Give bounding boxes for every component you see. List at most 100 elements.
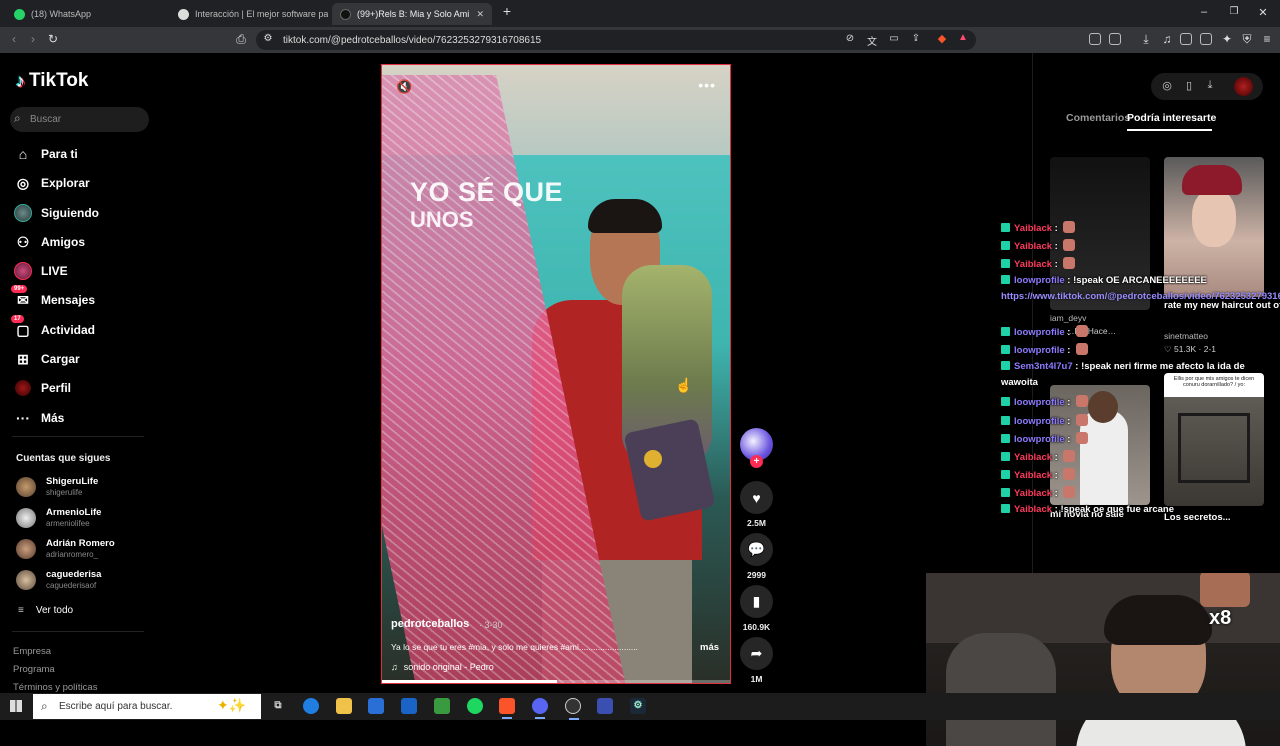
follow-plus-button[interactable]: + xyxy=(750,455,763,468)
nav-siguiendo[interactable]: Siguiendo xyxy=(14,203,99,223)
avatar xyxy=(16,570,36,590)
like-button[interactable]: ♥ 2.5M xyxy=(740,481,773,528)
app-icon[interactable] xyxy=(597,698,613,714)
download-icon[interactable]: ⤓ xyxy=(1138,32,1154,47)
chat-separator: : xyxy=(1072,361,1082,372)
caption-more-button[interactable]: más xyxy=(700,642,719,653)
reload-icon[interactable]: ↻ xyxy=(45,32,61,46)
nav-explorar[interactable]: ◎ Explorar xyxy=(14,173,90,193)
leo-ai-icon[interactable]: ✦ xyxy=(1219,32,1235,46)
task-view-icon[interactable]: ⧉ xyxy=(270,698,286,714)
nav-mas[interactable]: ··· Más xyxy=(14,408,64,428)
activity-icon: ▢ 17 xyxy=(11,315,32,339)
footer-link-terminos[interactable]: Términos y políticas xyxy=(13,682,97,693)
tab-comentarios[interactable]: Comentarios xyxy=(1066,112,1130,124)
windows-start-icon[interactable] xyxy=(10,700,22,712)
chat-message: loowprofile : xyxy=(1001,432,1089,446)
heart-icon: ♥ xyxy=(740,481,773,514)
restore-button[interactable]: ❐ xyxy=(1227,6,1241,17)
nav-cargar[interactable]: ⊞ Cargar xyxy=(14,349,80,369)
share-icon[interactable]: ⇪ xyxy=(908,33,924,44)
nav-para-ti[interactable]: ⌂ Para ti xyxy=(14,144,78,164)
more-options-icon[interactable]: ••• xyxy=(698,77,716,93)
url-field[interactable]: ⚙ tiktok.com/@pedrotceballos/video/76232… xyxy=(256,30,976,50)
share-button[interactable]: ➦ 1M xyxy=(740,637,773,684)
video-sound[interactable]: ♫ sonido original - Pedro xyxy=(391,662,494,672)
mute-site-icon[interactable]: ⊘ xyxy=(842,33,858,44)
tab-podria-interesarte[interactable]: Podría interesarte xyxy=(1127,112,1216,124)
video-player[interactable]: YO SÉ QUE UNOS 🔇 ••• pedrotceballos · 3-… xyxy=(381,64,731,684)
friends-icon: ⚇ xyxy=(16,233,30,250)
tab-tiktok[interactable]: (99+)Rels B: Mia y Solo Ami (Can ✕ xyxy=(332,3,492,25)
download-icon[interactable]: ⤓ xyxy=(1203,79,1217,92)
brave-icon[interactable] xyxy=(499,698,515,719)
nav-live[interactable]: LIVE xyxy=(14,261,68,281)
divider xyxy=(12,436,144,437)
chat-message: Sem3nt4l7u7 : !speak neri firme me afect… xyxy=(1001,361,1245,373)
wallet-icon[interactable] xyxy=(1200,33,1212,45)
menu-icon[interactable]: ≡ xyxy=(1259,32,1275,46)
volume-icon[interactable]: 🔇 xyxy=(396,79,412,95)
save-button[interactable]: ▮ 160.9K xyxy=(740,585,773,632)
close-window-button[interactable]: ✕ xyxy=(1256,6,1270,19)
forward-icon[interactable]: › xyxy=(25,32,41,46)
compass-icon[interactable]: ◎ xyxy=(1160,79,1174,92)
suggested-video-author[interactable]: iam_deyv xyxy=(1050,313,1086,323)
chat-link[interactable]: https://www.tiktok.com/@pedrotceballos/v… xyxy=(1001,289,1280,304)
bookmark-icon[interactable]: ⎙ xyxy=(233,32,249,47)
comment-icon: 💬 xyxy=(740,533,773,566)
discord-icon[interactable] xyxy=(532,698,548,719)
brave-rewards-icon[interactable]: ▲ xyxy=(955,32,971,43)
tab-close-icon[interactable]: ✕ xyxy=(476,9,484,20)
footer-link-programa[interactable]: Programa xyxy=(13,664,55,675)
user-avatar[interactable] xyxy=(1234,77,1253,96)
chat-username: loowprofile xyxy=(1014,397,1065,408)
see-all-button[interactable]: ≡ Ver todo xyxy=(18,600,73,620)
obs-icon[interactable] xyxy=(565,698,581,720)
phone-icon[interactable]: ▯ xyxy=(1182,79,1196,92)
store-icon[interactable] xyxy=(368,698,384,714)
chat-separator: : xyxy=(1052,223,1061,234)
suggested-video-stats: ♡ 51.3K · 2-1 xyxy=(1164,344,1217,354)
suggested-video-thumbnail[interactable]: Ellis por que mis amigos te dicen conuru… xyxy=(1164,373,1264,506)
media-icon[interactable]: ♫ xyxy=(1159,32,1175,46)
chat-username: loowprofile xyxy=(1014,327,1065,338)
account-handle: shigerulife xyxy=(46,488,83,497)
minimize-button[interactable]: – xyxy=(1197,6,1211,18)
sidebar-toggle-icon[interactable] xyxy=(1180,33,1192,45)
cast-icon[interactable]: ▭ xyxy=(886,33,902,44)
suggested-video-author[interactable]: sinetmatteo xyxy=(1164,331,1208,341)
brave-shield-icon[interactable]: ◆ xyxy=(934,32,950,45)
spotify-icon[interactable] xyxy=(467,698,483,714)
nav-perfil[interactable]: Perfil xyxy=(14,378,71,398)
taskbar-search-input[interactable]: ⌕ Escribe aquí para buscar. ✦✨ xyxy=(33,694,261,719)
tab-whatsapp[interactable]: (18) WhatsApp xyxy=(6,3,166,25)
site-settings-icon[interactable]: ⚙ xyxy=(260,33,276,44)
nav-mensajes[interactable]: ✉ 99+ Mensajes xyxy=(11,285,95,310)
edge-icon[interactable] xyxy=(303,698,319,714)
minecraft-icon[interactable] xyxy=(434,698,450,714)
mail-icon[interactable] xyxy=(401,698,417,714)
steam-icon[interactable]: ⚙ xyxy=(630,698,646,714)
nav-amigos[interactable]: ⚇ Amigos xyxy=(14,232,85,252)
back-icon[interactable]: ‹ xyxy=(6,32,22,46)
tab-interaccion[interactable]: Interacción | El mejor software pa xyxy=(170,3,328,25)
chat-message: loowprofile : xyxy=(1001,395,1089,409)
nav-actividad[interactable]: ▢ 17 Actividad xyxy=(11,315,95,340)
footer-link-empresa[interactable]: Empresa xyxy=(13,646,51,657)
screenshot-icon[interactable] xyxy=(1109,33,1121,45)
tiktok-logo[interactable]: ♪ TikTok xyxy=(16,70,88,92)
translate-icon[interactable]: 文 xyxy=(864,33,880,48)
chat-badge-icon xyxy=(1001,397,1010,406)
extensions-icon[interactable] xyxy=(1089,33,1101,45)
live-icon xyxy=(14,262,32,280)
site-icon xyxy=(178,8,189,20)
video-author[interactable]: pedrotceballos xyxy=(391,618,469,630)
windows-taskbar: ⌕ Escribe aquí para buscar. ✦✨ ⧉ ⚙ xyxy=(0,693,1280,720)
new-tab-button[interactable]: + xyxy=(500,3,514,19)
search-input[interactable]: ⌕ Buscar xyxy=(10,107,149,132)
video-progress-bar[interactable] xyxy=(382,680,730,683)
file-explorer-icon[interactable] xyxy=(336,698,352,714)
comment-button[interactable]: 💬 2999 xyxy=(740,533,773,580)
vpn-icon[interactable]: ⛨ xyxy=(1239,32,1255,47)
